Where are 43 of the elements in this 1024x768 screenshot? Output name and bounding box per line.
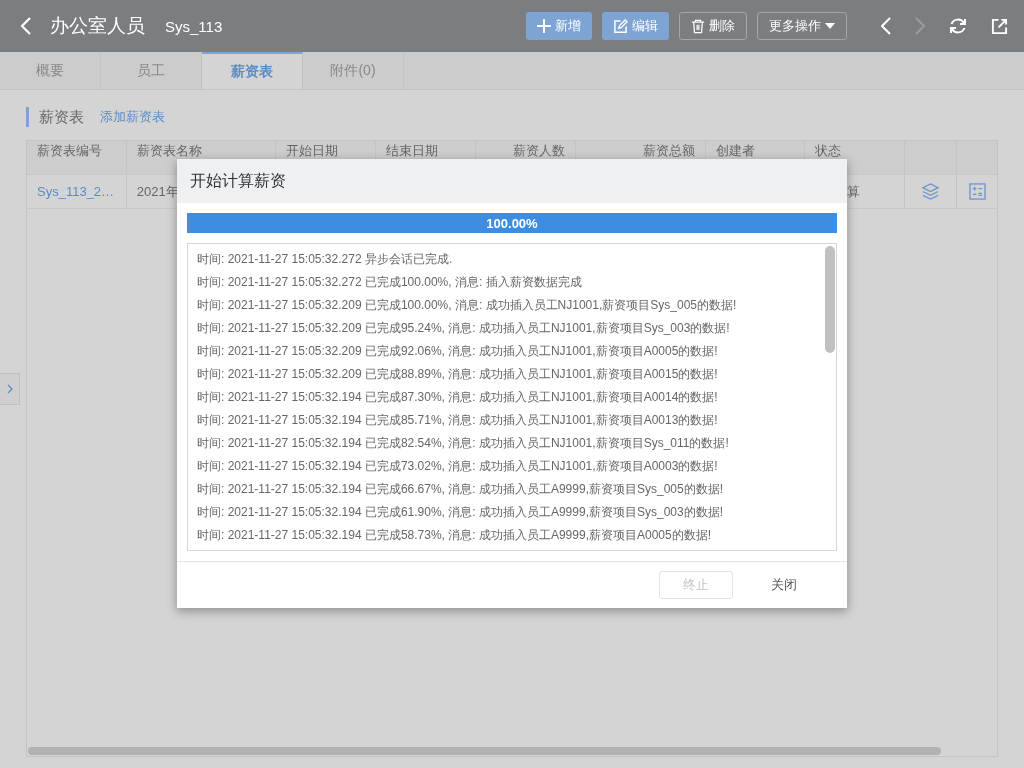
caret-icon <box>825 23 835 29</box>
log-line: 时间: 2021-11-27 15:05:32.194 已完成85.71%, 消息: 成功插入员工NJ1001,薪资项目A0013的数据! <box>197 412 719 429</box>
tab[interactable]: 概要 <box>0 52 101 89</box>
log-line: 时间: 2021-11-27 15:05:32.272 已完成100.00%, 消息: 插入薪资数据完成 <box>197 274 583 291</box>
chevron-right-icon <box>6 384 13 394</box>
edit-button[interactable]: 编辑 <box>602 12 669 40</box>
log-line: 时间: 2021-11-27 15:05:32.209 已完成95.24%, 消息: 成功插入员工NJ1001,薪资项目Sys_003的数据! <box>197 320 731 337</box>
table-cell: 算 <box>847 182 861 201</box>
horizontal-scrollbar[interactable] <box>28 747 941 755</box>
delete-button[interactable]: 删除 <box>679 12 747 40</box>
log-line: 时间: 2021-11-27 15:05:32.194 已完成61.90%, 消息: 成功插入员工A9999,薪资项目Sys_003的数据! <box>197 504 724 521</box>
log-line: 时间: 2021-11-27 15:05:32.209 已完成92.06%, 消息: 成功插入员工NJ1001,薪资项目A0005的数据! <box>197 343 719 360</box>
log-line: 时间: 2021-11-27 15:05:32.209 已完成100.00%, 消息: 成功插入员工NJ1001,薪资项目Sys_005的数据! <box>197 297 738 314</box>
back-icon[interactable] <box>20 16 32 36</box>
plus-icon <box>537 19 551 33</box>
column-header: 薪资表编号 <box>27 141 127 174</box>
calculator-icon[interactable] <box>968 183 986 200</box>
more-button[interactable]: 更多操作 <box>757 12 847 40</box>
trash-icon <box>691 18 705 34</box>
table-cell: 2021年 <box>136 182 179 201</box>
previous-icon[interactable] <box>881 17 891 35</box>
edit-icon <box>613 18 628 34</box>
add-button[interactable]: 新增 <box>526 12 592 40</box>
page-title: 办公室人员 <box>50 14 145 38</box>
table-cell[interactable]: Sys_113_2… <box>37 184 115 199</box>
progress-label: 100.00% <box>486 215 538 231</box>
tab[interactable]: 薪资表 <box>202 52 303 89</box>
scrollbar-thumb[interactable] <box>825 246 835 353</box>
layers-icon[interactable] <box>921 182 941 201</box>
section-title: 薪资表 <box>39 107 84 127</box>
record-code: Sys_113 <box>165 17 223 35</box>
log-line: 时间: 2021-11-27 15:05:32.194 已完成82.54%, 消息: 成功插入员工NJ1001,薪资项目Sys_011的数据! <box>197 435 730 452</box>
external-link-icon[interactable] <box>991 17 1008 35</box>
tab[interactable]: 附件(0) <box>303 52 404 89</box>
log-line: 时间: 2021-11-27 15:05:32.272 异步会话已完成. <box>197 251 454 268</box>
log-line: 时间: 2021-11-27 15:05:32.209 已完成88.89%, 消息: 成功插入员工NJ1001,薪资项目A0015的数据! <box>197 366 719 383</box>
log-line: 时间: 2021-11-27 15:05:32.194 已完成66.67%, 消息: 成功插入员工A9999,薪资项目Sys_005的数据! <box>197 481 724 498</box>
log-line: 时间: 2021-11-27 15:05:32.194 已完成73.02%, 消息: 成功插入员工NJ1001,薪资项目A0003的数据! <box>197 458 719 475</box>
add-salary-sheet-link[interactable]: 添加薪资表 <box>100 108 165 126</box>
refresh-icon[interactable] <box>949 17 967 35</box>
log-line: 时间: 2021-11-27 15:05:32.194 已完成87.30%, 消息: 成功插入员工NJ1001,薪资项目A0014的数据! <box>197 389 719 406</box>
expand-panel-button[interactable] <box>0 373 20 405</box>
log-line: 时间: 2021-11-27 15:05:32.194 已完成58.73%, 消息: 成功插入员工A9999,薪资项目A0005的数据! <box>197 527 712 544</box>
